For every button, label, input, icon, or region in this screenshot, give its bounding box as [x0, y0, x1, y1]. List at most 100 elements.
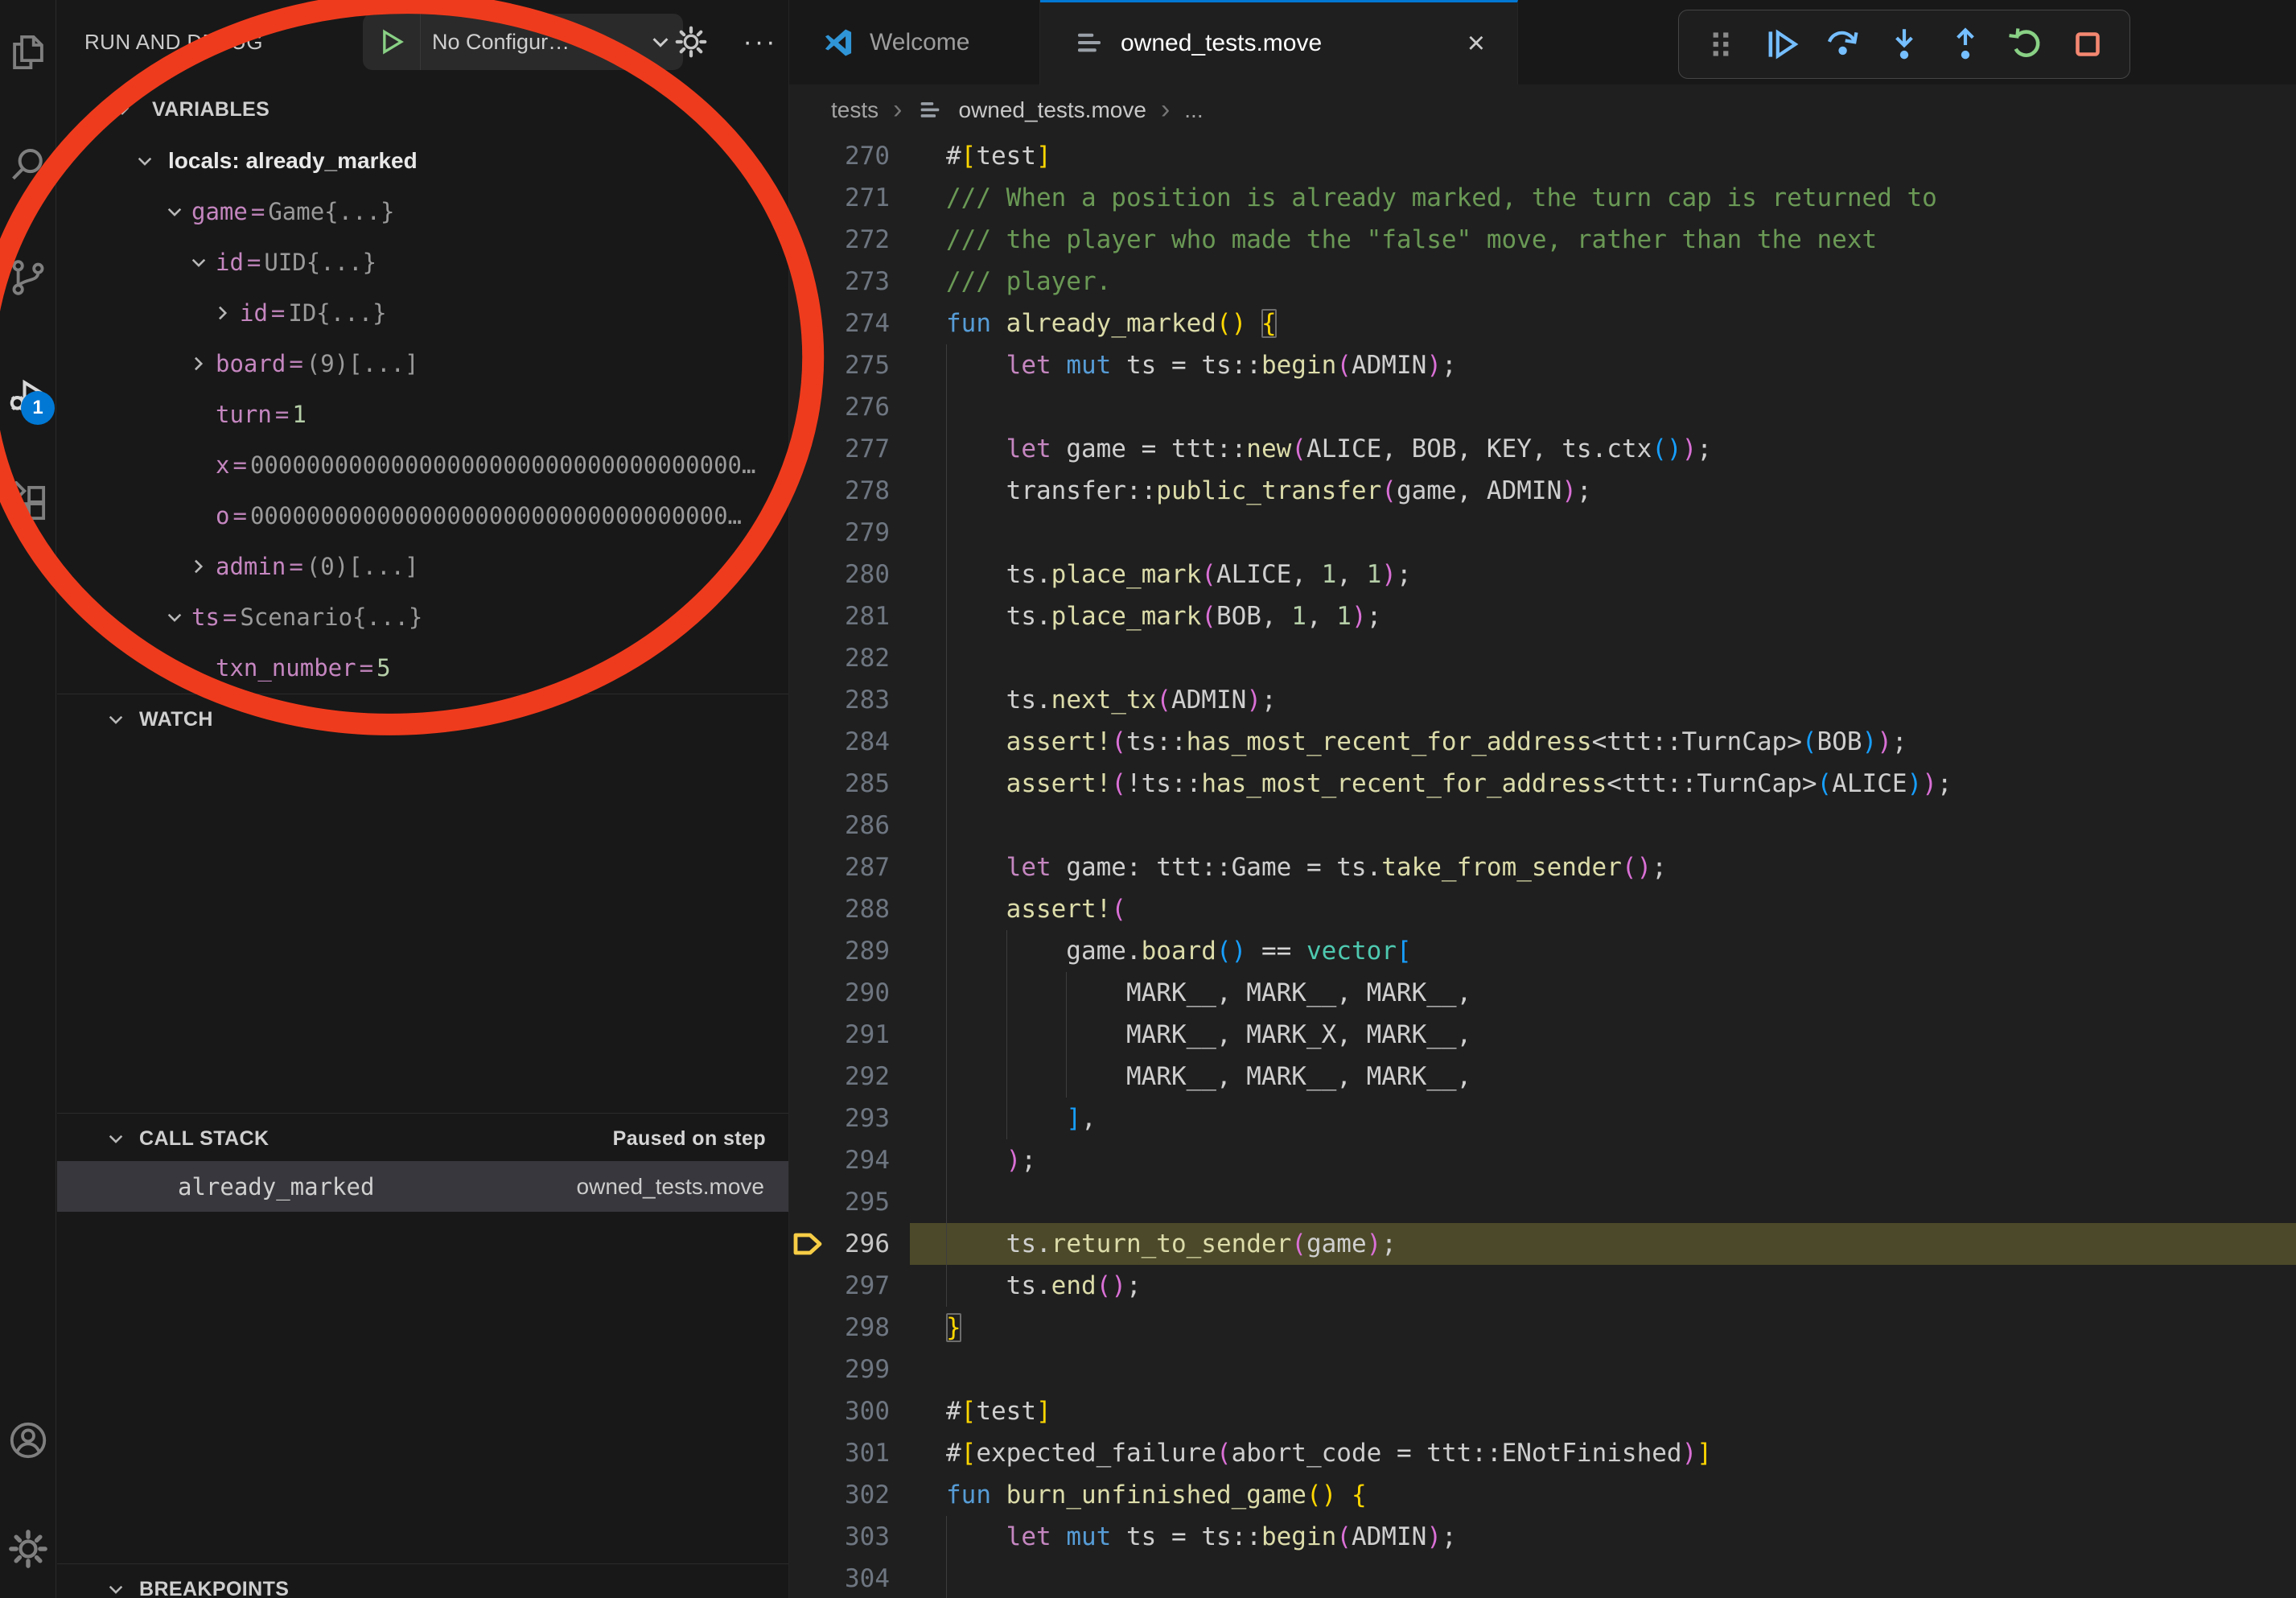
code-line[interactable]: 284 assert!(ts::has_most_recent_for_addr…	[789, 721, 2296, 763]
gutter[interactable]: 295	[789, 1181, 910, 1223]
code-line[interactable]: 270#[test]	[789, 135, 2296, 177]
code-line[interactable]: 290 MARK__, MARK__, MARK__,	[789, 972, 2296, 1014]
gutter[interactable]: 283	[789, 679, 910, 721]
chevron-right-icon[interactable]	[182, 556, 216, 577]
code-line[interactable]: 296 ts.return_to_sender(game);	[789, 1223, 2296, 1265]
chevron-down-icon[interactable]	[158, 607, 191, 628]
code-line[interactable]: 273/// player.	[789, 261, 2296, 303]
code-line[interactable]: 271/// When a position is already marked…	[789, 177, 2296, 219]
source-control-icon[interactable]	[6, 256, 50, 299]
variable-row[interactable]: turn=1	[57, 389, 788, 439]
gutter[interactable]: 302	[789, 1474, 910, 1516]
code-line[interactable]: 302fun burn_unfinished_game() {	[789, 1474, 2296, 1516]
gutter[interactable]: 296	[789, 1223, 910, 1265]
code-line-content[interactable]: let mut ts = ts::begin(ADMIN);	[910, 1516, 2296, 1558]
gutter[interactable]: 298	[789, 1307, 910, 1349]
code-line-content[interactable]: );	[910, 1139, 2296, 1181]
debug-config-dropdown[interactable]: No Configur…	[363, 14, 683, 70]
gutter[interactable]: 289	[789, 930, 910, 972]
gutter[interactable]: 284	[789, 721, 910, 763]
gutter[interactable]: 274	[789, 303, 910, 344]
continue-icon[interactable]	[1761, 23, 1803, 65]
variable-row[interactable]: admin=(0)[...]	[57, 541, 788, 591]
breadcrumb-item-tests[interactable]: tests	[831, 97, 878, 123]
gutter[interactable]: 277	[789, 428, 910, 470]
code-line[interactable]: 286	[789, 805, 2296, 846]
code-line-content[interactable]: #[expected_failure(abort_code = ttt::ENo…	[910, 1432, 2296, 1474]
code-line[interactable]: 299	[789, 1349, 2296, 1390]
code-line[interactable]: 294 );	[789, 1139, 2296, 1181]
watch-section-header[interactable]: WATCH	[57, 694, 788, 744]
gutter[interactable]: 281	[789, 595, 910, 637]
gutter[interactable]: 293	[789, 1098, 910, 1139]
gutter[interactable]: 280	[789, 554, 910, 595]
code-line[interactable]: 280 ts.place_mark(ALICE, 1, 1);	[789, 554, 2296, 595]
variables-section-header[interactable]: VARIABLES	[57, 84, 788, 135]
code-line[interactable]: 279	[789, 512, 2296, 554]
breadcrumb-item-file[interactable]: owned_tests.move	[958, 97, 1146, 123]
code-line[interactable]: 277 let game = ttt::new(ALICE, BOB, KEY,…	[789, 428, 2296, 470]
code-line[interactable]: 297 ts.end();	[789, 1265, 2296, 1307]
settings-gear-icon[interactable]	[6, 1527, 50, 1571]
code-line-content[interactable]: MARK__, MARK__, MARK__,	[910, 972, 2296, 1014]
gutter[interactable]: 272	[789, 219, 910, 261]
code-editor[interactable]: 270#[test]271/// When a position is alre…	[789, 135, 2296, 1598]
code-line-content[interactable]: ],	[910, 1098, 2296, 1139]
code-line-content[interactable]: }	[910, 1307, 2296, 1349]
more-actions-icon[interactable]: ···	[739, 21, 781, 63]
variable-row[interactable]: ts=Scenario{...}	[57, 591, 788, 642]
variables-scope-row[interactable]: locals: already_marked	[57, 135, 788, 186]
code-line-content[interactable]: #[test]	[910, 135, 2296, 177]
code-line[interactable]: 303 let mut ts = ts::begin(ADMIN);	[789, 1516, 2296, 1558]
gutter[interactable]: 271	[789, 177, 910, 219]
code-line-content[interactable]: ts.next_tx(ADMIN);	[910, 679, 2296, 721]
gutter[interactable]: 286	[789, 805, 910, 846]
code-line-content[interactable]: transfer::public_transfer(game, ADMIN);	[910, 470, 2296, 512]
breadcrumb-item-symbol[interactable]: ...	[1184, 97, 1203, 123]
stop-icon[interactable]	[2067, 23, 2109, 65]
gutter[interactable]: 299	[789, 1349, 910, 1390]
code-line[interactable]: 274fun already_marked() {	[789, 303, 2296, 344]
code-line-content[interactable]	[910, 1349, 2296, 1390]
extensions-icon[interactable]	[6, 481, 50, 525]
tab-welcome[interactable]: Welcome	[789, 0, 1040, 84]
code-line-content[interactable]: assert!(ts::has_most_recent_for_address<…	[910, 721, 2296, 763]
gutter[interactable]: 301	[789, 1432, 910, 1474]
step-into-icon[interactable]	[1883, 23, 1925, 65]
close-icon[interactable]: ×	[1467, 28, 1485, 59]
gutter[interactable]: 304	[789, 1558, 910, 1598]
drag-handle-icon[interactable]	[1700, 23, 1742, 65]
code-line[interactable]: 288 assert!(	[789, 888, 2296, 930]
gutter[interactable]: 294	[789, 1139, 910, 1181]
code-line-content[interactable]: MARK__, MARK_X, MARK__,	[910, 1014, 2296, 1056]
code-line-content[interactable]: let mut ts = ts::begin(ADMIN);	[910, 344, 2296, 386]
code-line-content[interactable]: /// When a position is already marked, t…	[910, 177, 2296, 219]
restart-icon[interactable]	[2006, 23, 2047, 65]
gutter[interactable]: 285	[789, 763, 910, 805]
gutter[interactable]: 276	[789, 386, 910, 428]
code-line[interactable]: 289 game.board() == vector[	[789, 930, 2296, 972]
gutter[interactable]: 297	[789, 1265, 910, 1307]
code-line[interactable]: 282	[789, 637, 2296, 679]
code-line[interactable]: 292 MARK__, MARK__, MARK__,	[789, 1056, 2296, 1098]
code-line[interactable]: 295	[789, 1181, 2296, 1223]
code-line-content[interactable]: ts.place_mark(ALICE, 1, 1);	[910, 554, 2296, 595]
code-line-content[interactable]: fun already_marked() {	[910, 303, 2296, 344]
code-line[interactable]: 272/// the player who made the "false" m…	[789, 219, 2296, 261]
code-line-content[interactable]: ts.end();	[910, 1265, 2296, 1307]
code-line[interactable]: 304	[789, 1558, 2296, 1598]
code-line[interactable]: 287 let game: ttt::Game = ts.take_from_s…	[789, 846, 2296, 888]
variable-row[interactable]: o=0000000000000000000000000000000000…	[57, 490, 788, 541]
gutter[interactable]: 279	[789, 512, 910, 554]
code-line-content[interactable]: assert!(!ts::has_most_recent_for_address…	[910, 763, 2296, 805]
code-line[interactable]: 281 ts.place_mark(BOB, 1, 1);	[789, 595, 2296, 637]
gutter[interactable]: 287	[789, 846, 910, 888]
code-line[interactable]: 276	[789, 386, 2296, 428]
code-line-content[interactable]	[910, 1558, 2296, 1598]
variable-row[interactable]: id=UID{...}	[57, 237, 788, 287]
code-line-content[interactable]: ts.return_to_sender(game);	[910, 1223, 2296, 1265]
code-line[interactable]: 275 let mut ts = ts::begin(ADMIN);	[789, 344, 2296, 386]
gutter[interactable]: 291	[789, 1014, 910, 1056]
search-icon[interactable]	[6, 143, 50, 187]
chevron-down-icon[interactable]	[182, 252, 216, 273]
